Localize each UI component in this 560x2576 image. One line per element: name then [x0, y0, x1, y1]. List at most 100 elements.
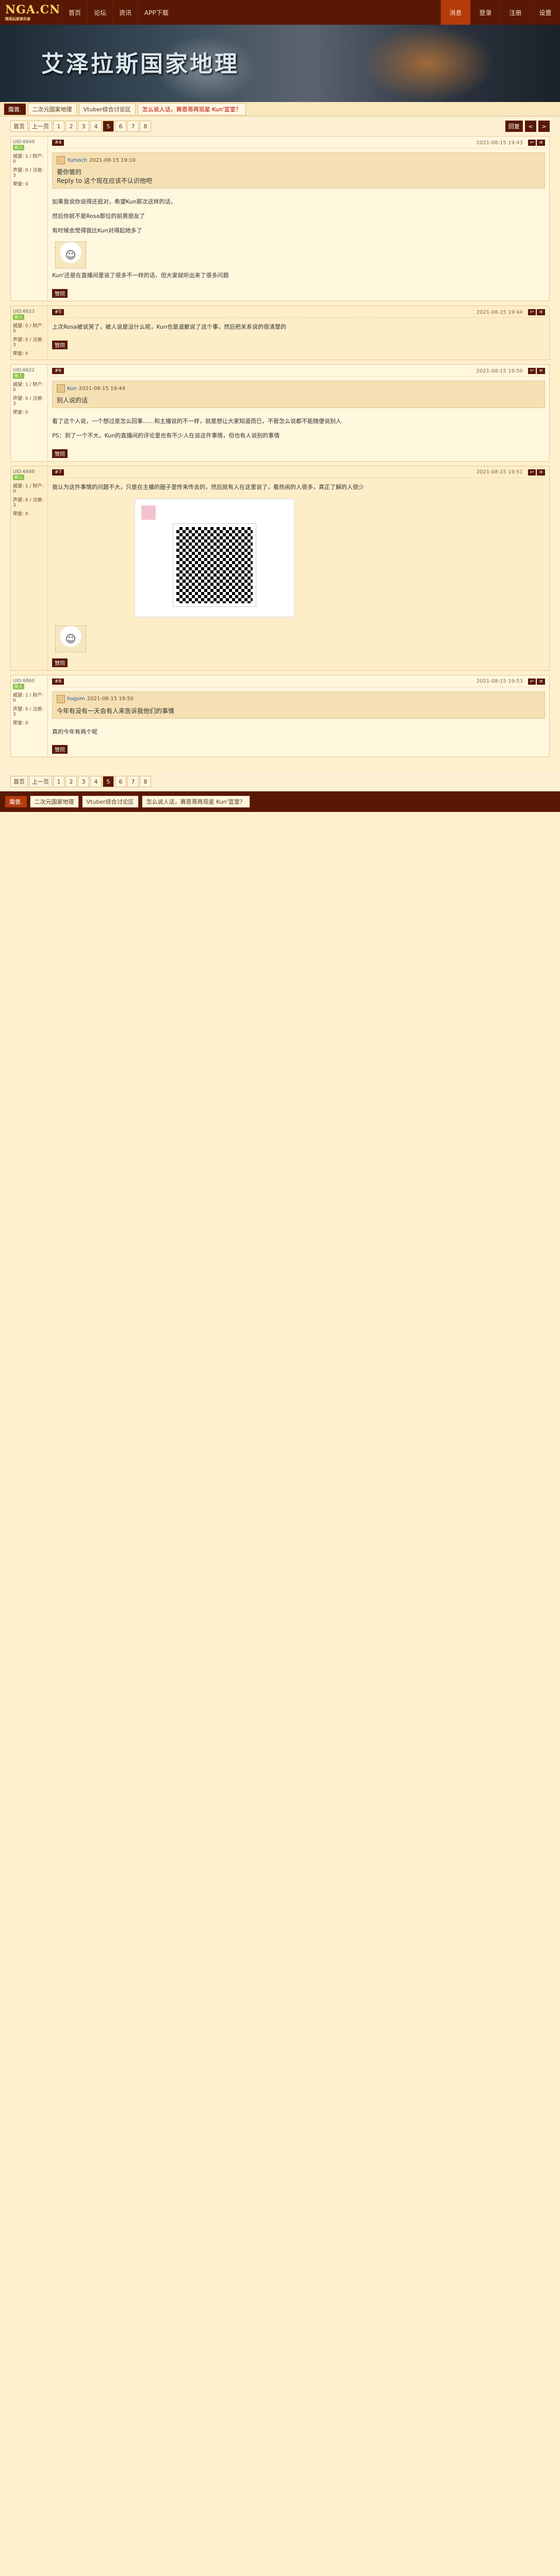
- next-arrow-button[interactable]: >: [538, 121, 550, 132]
- like-button[interactable]: 赞同: [52, 658, 68, 667]
- pager-page[interactable]: 6: [115, 121, 126, 132]
- quote-time: 2021-08-15 19:44: [78, 385, 125, 392]
- post-footer: 赞同: [52, 340, 545, 349]
- forum-banner: 艾泽拉斯国家地理: [0, 25, 560, 102]
- floor-number[interactable]: #4: [52, 140, 64, 146]
- post-body: #8 2021-08-15 19:53 ↩ ≡ hugom 2021-08-15…: [48, 675, 549, 757]
- floor-number[interactable]: #7: [52, 469, 64, 476]
- breadcrumb-root[interactable]: 魔兽.: [4, 103, 26, 115]
- breadcrumb-item[interactable]: Vtuber综合讨论区: [78, 103, 136, 115]
- user-id[interactable]: UID:6849: [13, 140, 45, 145]
- pager-page-current[interactable]: 5: [103, 776, 114, 788]
- more-icon[interactable]: ≡: [537, 140, 545, 146]
- user-stat: 荣誉: 0: [13, 351, 28, 357]
- banner-decoration: [361, 25, 495, 102]
- pager-page[interactable]: 1: [53, 121, 64, 132]
- reply-icon[interactable]: ↩: [528, 469, 536, 476]
- pager-page[interactable]: 7: [127, 776, 139, 788]
- pager-prev[interactable]: 上一页: [29, 121, 52, 132]
- nav-home[interactable]: 首页: [62, 0, 87, 25]
- breadcrumb-item[interactable]: 二次元国家地理: [27, 103, 77, 115]
- post: UID:6622 新人 威望: 1 / 财产: 0 声望: 0 / 注册: 3 …: [10, 364, 550, 462]
- pager-page[interactable]: 4: [90, 776, 102, 788]
- pager-page[interactable]: 3: [78, 121, 89, 132]
- breadcrumb-thread-title[interactable]: 怎么说人话，赛恩哥再现星 Kun'宣室？: [137, 103, 246, 115]
- reply-icon[interactable]: ↩: [528, 368, 536, 375]
- user-level-badge: 新人: [13, 373, 24, 379]
- pager-page[interactable]: 2: [65, 776, 77, 788]
- post-author: UID:6623 新人 威望: 0 / 财产: 0 声望: 0 / 注册: 3 …: [11, 306, 48, 360]
- reply-icon[interactable]: ↩: [528, 678, 536, 685]
- like-button[interactable]: 赞同: [52, 340, 68, 349]
- pager-page[interactable]: 6: [115, 776, 126, 788]
- quote-author[interactable]: Yumoch: [67, 158, 87, 163]
- more-icon[interactable]: ≡: [537, 368, 545, 375]
- reply-button[interactable]: 回复: [505, 121, 523, 132]
- quote-author[interactable]: hugom: [67, 696, 85, 702]
- post-footer: 赞同: [52, 289, 545, 298]
- site-logo[interactable]: NGA.CN 精英玩家俱乐部: [0, 0, 62, 25]
- floor-number[interactable]: #6: [52, 368, 64, 375]
- pager-page[interactable]: 3: [78, 776, 89, 788]
- pager-home[interactable]: 首页: [10, 776, 28, 788]
- share-card-header: [141, 505, 288, 520]
- nav-news[interactable]: 资讯: [112, 0, 138, 25]
- nav-app[interactable]: APP下载: [138, 0, 175, 25]
- like-button[interactable]: 赞同: [52, 289, 68, 298]
- banner-title: 艾泽拉斯国家地理: [41, 51, 239, 77]
- floor-number[interactable]: #8: [52, 678, 64, 685]
- nav-settings[interactable]: 设置: [530, 0, 560, 25]
- user-stat: 荣誉: 0: [13, 511, 28, 517]
- quote-author[interactable]: Kun: [67, 386, 77, 392]
- quote-header: Yumoch 2021-08-15 19:10: [57, 156, 540, 164]
- nav-messages[interactable]: 消息: [440, 0, 470, 25]
- pager-prev[interactable]: 上一页: [29, 776, 52, 788]
- user-stat: 声望: 0 / 注册: 3: [13, 337, 44, 348]
- pager-page-current[interactable]: 5: [103, 121, 114, 132]
- breadcrumb-root[interactable]: 魔兽.: [5, 796, 27, 808]
- nav-login[interactable]: 登录: [470, 0, 500, 25]
- post-content: 看了这个人说，一个想过是怎么回事……和主播说的不一样，就是想让大家知道而已，不管…: [52, 412, 545, 449]
- pager-home[interactable]: 首页: [10, 121, 28, 132]
- post-header: #8 2021-08-15 19:53 ↩ ≡: [52, 678, 545, 687]
- pager-page[interactable]: 7: [127, 121, 139, 132]
- user-id[interactable]: UID:6848: [13, 469, 45, 474]
- nav-forum[interactable]: 论坛: [87, 0, 112, 25]
- nav-register[interactable]: 注册: [500, 0, 530, 25]
- post-paragraph: PS：到了一个不大，Kun的直播间的评论里也有不少人在说这件事情，但也有人说别的…: [52, 432, 280, 439]
- more-icon[interactable]: ≡: [537, 309, 545, 316]
- post-header: #4 2021-08-15 19:43 ↩ ≡: [52, 140, 545, 148]
- quote-text: 今年有没有一天会有人来告诉我他们的事情: [57, 707, 175, 715]
- like-button[interactable]: 赞同: [52, 449, 68, 458]
- user-stat: 威望: 0 / 财产: 0: [13, 324, 44, 334]
- embedded-share-card[interactable]: [135, 498, 294, 617]
- user-id[interactable]: UID:6860: [13, 679, 45, 684]
- breadcrumb-item[interactable]: 二次元国家地理: [29, 795, 79, 808]
- more-icon[interactable]: ≡: [537, 469, 545, 476]
- pager-page[interactable]: 8: [140, 121, 151, 132]
- more-icon[interactable]: ≡: [537, 678, 545, 685]
- avatar: [57, 694, 65, 703]
- prev-arrow-button[interactable]: <: [525, 121, 536, 132]
- pager-page[interactable]: 4: [90, 121, 102, 132]
- user-stat: 威望: 1 / 财产: 0: [13, 154, 44, 164]
- user-id[interactable]: UID:6623: [13, 309, 45, 314]
- reply-icon[interactable]: ↩: [528, 309, 536, 316]
- top-nav-bar: NGA.CN 精英玩家俱乐部 首页 论坛 资讯 APP下载 消息 登录 注册 设置: [0, 0, 560, 25]
- quote-header: hugom 2021-08-15 19:50: [57, 694, 540, 703]
- pager-page[interactable]: 1: [53, 776, 64, 788]
- floor-number[interactable]: #5: [52, 309, 64, 316]
- pagination-top: 首页 上一页 1 2 3 4 5 6 7 8 回复 < >: [0, 116, 560, 136]
- pager-page[interactable]: 8: [140, 776, 151, 788]
- like-button[interactable]: 赞同: [52, 745, 68, 754]
- pager-page[interactable]: 2: [65, 121, 77, 132]
- user-stat: 荣誉: 0: [13, 410, 28, 416]
- quote-block: Kun 2021-08-15 19:44 别人说的话: [52, 381, 545, 409]
- breadcrumb-item[interactable]: Vtuber综合讨论区: [81, 795, 139, 808]
- post: UID:6860 新人 威望: 1 / 财产: 0 声望: 0 / 注册: 3 …: [10, 674, 550, 758]
- breadcrumb-thread-title[interactable]: 怎么说人话，赛恩哥再现星 Kun'宣室？: [141, 795, 250, 808]
- user-stat: 荣誉: 0: [13, 720, 28, 726]
- reply-icon[interactable]: ↩: [528, 140, 536, 146]
- post-content: 真的今年有两个呢: [52, 723, 545, 745]
- user-id[interactable]: UID:6622: [13, 368, 45, 373]
